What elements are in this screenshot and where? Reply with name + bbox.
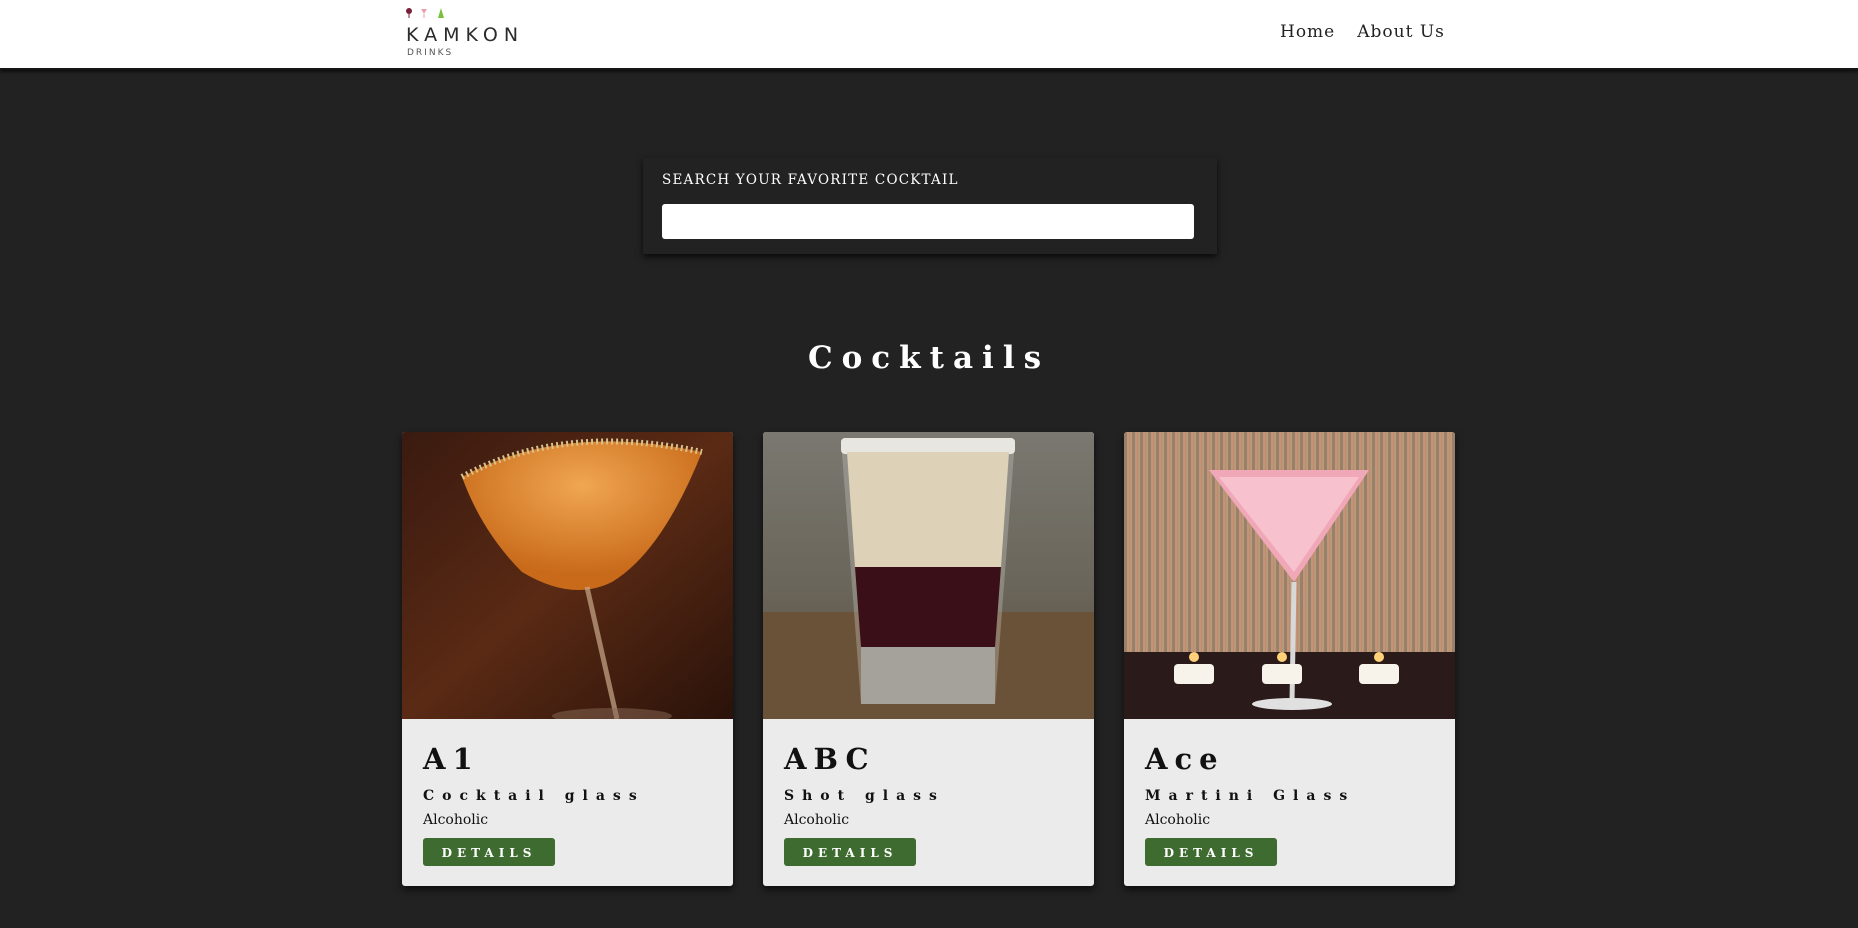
cocktail-card: Ace Martini Glass Alcoholic DETAILS [1124, 432, 1455, 886]
search-input[interactable] [662, 204, 1194, 239]
brand-name: KAMKON [406, 24, 525, 46]
cocktail-image [1124, 432, 1455, 719]
cocktail-glass: Shot glass [784, 788, 945, 804]
drinks-logo-icon [406, 8, 444, 18]
brand-subtitle: DRINKS [407, 48, 454, 58]
cocktail-type: Alcoholic [784, 812, 850, 828]
cocktail-card: ABC Shot glass Alcoholic DETAILS [763, 432, 1094, 886]
cocktail-image [402, 432, 733, 719]
cocktail-image [763, 432, 1094, 719]
navbar: KAMKON DRINKS Home About Us [0, 0, 1858, 70]
cocktail-type: Alcoholic [1145, 812, 1211, 828]
nav-link-home[interactable]: Home [1280, 22, 1335, 42]
brand-logo[interactable]: KAMKON DRINKS [405, 6, 545, 60]
nav-link-about-us[interactable]: About Us [1357, 22, 1445, 42]
cocktail-name: Ace [1145, 742, 1225, 776]
cocktail-name: A1 [423, 742, 480, 776]
section-title: Cocktails [807, 340, 1051, 376]
cocktail-card: A1 Cocktail glass Alcoholic DETAILS [402, 432, 733, 886]
search-panel: SEARCH YOUR FAVORITE COCKTAIL [643, 158, 1217, 254]
cocktail-name: ABC [784, 742, 876, 776]
details-button[interactable]: DETAILS [1145, 838, 1277, 866]
nav-links: Home About Us [1280, 22, 1445, 42]
cocktail-type: Alcoholic [423, 812, 489, 828]
cocktail-glass: Martini Glass [1145, 788, 1356, 804]
details-button[interactable]: DETAILS [423, 838, 555, 866]
details-button[interactable]: DETAILS [784, 838, 916, 866]
search-label: SEARCH YOUR FAVORITE COCKTAIL [662, 172, 959, 188]
cocktail-glass: Cocktail glass [423, 788, 645, 804]
